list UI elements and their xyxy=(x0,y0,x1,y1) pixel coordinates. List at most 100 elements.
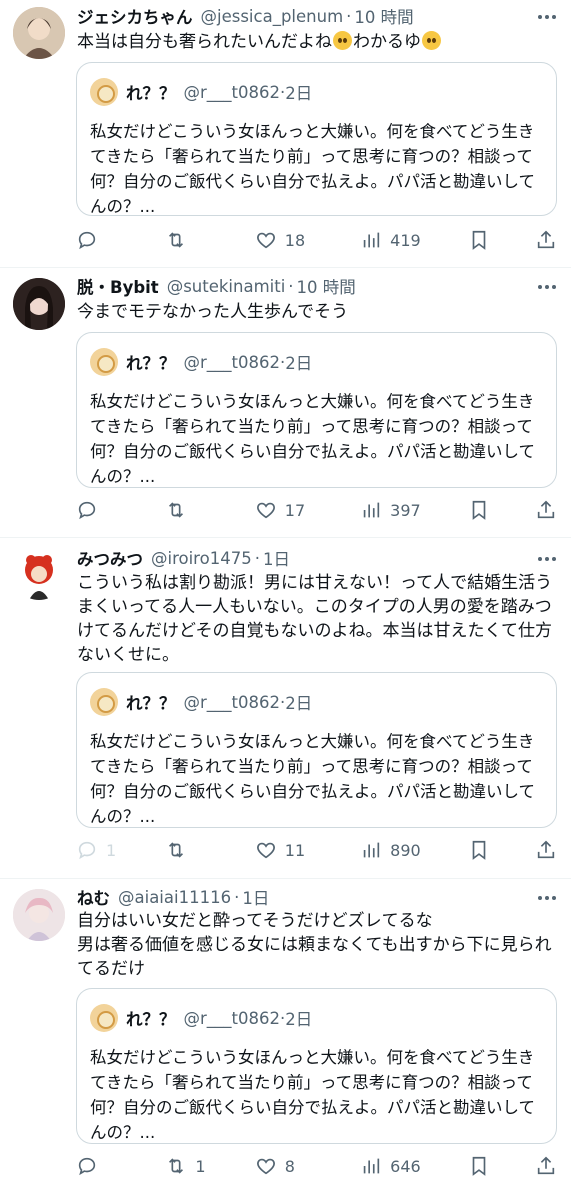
reply-icon xyxy=(78,501,96,520)
share-button[interactable] xyxy=(535,1155,557,1177)
avatar[interactable] xyxy=(13,548,65,600)
quoted-avatar xyxy=(90,688,118,716)
retweet-icon xyxy=(169,502,184,518)
share-button[interactable] xyxy=(535,839,557,861)
like-button[interactable]: 18 xyxy=(255,229,315,251)
like-count: 11 xyxy=(284,840,306,860)
bookmark-button[interactable] xyxy=(468,229,490,251)
display-name[interactable]: みつみつ xyxy=(77,546,143,570)
display-name[interactable]: ジェシカちゃん xyxy=(77,4,193,28)
share-button[interactable] xyxy=(535,229,557,251)
quoted-timestamp: 2日 xyxy=(285,694,313,713)
reply-icon xyxy=(78,231,96,250)
quoted-timestamp: 2日 xyxy=(285,354,313,373)
handle[interactable]: @iroiro1475 xyxy=(151,549,252,568)
handle[interactable]: @jessica_plenum xyxy=(201,7,344,26)
bookmark-button[interactable] xyxy=(468,1155,490,1177)
separator: · xyxy=(234,887,240,907)
handle[interactable]: @aiaiai11116 xyxy=(118,888,231,907)
like-button[interactable]: 17 xyxy=(255,499,315,521)
tweet[interactable]: ジェシカちゃん @jessica_plenum · 10 時間 本当は自分も奢ら… xyxy=(0,0,571,268)
quoted-tweet[interactable]: れ？？ @r___t0862 · 2日 私女だけどこういう女ほんっと大嫌い。何を… xyxy=(76,62,557,216)
share-button[interactable] xyxy=(535,499,557,521)
tweet-text: こういう私は割り勘派！男には甘えない！って人で結婚生活うまくいってる人一人もいな… xyxy=(77,573,553,665)
quoted-avatar xyxy=(90,78,118,106)
reply-button[interactable] xyxy=(76,1155,120,1177)
tweet[interactable]: 脱・Bybit @sutekinamiti · 10 時間 今までモテなかった人… xyxy=(0,268,571,538)
quoted-timestamp: 2日 xyxy=(285,1010,313,1029)
views-button[interactable]: 397 xyxy=(360,499,422,521)
share-icon xyxy=(537,500,555,519)
view-count: 419 xyxy=(390,230,421,250)
views-button[interactable]: 890 xyxy=(360,839,422,861)
bookmark-button[interactable] xyxy=(468,839,490,861)
quoted-name: れ？？ xyxy=(126,694,176,713)
view-count: 890 xyxy=(390,840,421,860)
bookmark-icon xyxy=(472,1156,485,1176)
timestamp[interactable]: 10 時間 xyxy=(354,4,413,28)
tweet-text: 本当は自分も奢られたいんだよね わかるゆ xyxy=(77,30,559,54)
bookmark-icon xyxy=(472,840,485,860)
quoted-name: れ？？ xyxy=(126,1010,176,1029)
like-button[interactable]: 11 xyxy=(255,839,315,861)
retweet-button[interactable]: 1 xyxy=(165,1155,209,1177)
views-button[interactable]: 646 xyxy=(360,1155,422,1177)
bookmark-button[interactable] xyxy=(468,499,490,521)
more-icon[interactable] xyxy=(537,888,557,908)
reply-button[interactable] xyxy=(76,499,120,521)
timestamp[interactable]: 1日 xyxy=(263,546,290,570)
quoted-handle: @r___t0862 xyxy=(183,82,281,102)
reply-button[interactable] xyxy=(76,229,120,251)
avatar[interactable] xyxy=(13,278,65,330)
bookmark-icon xyxy=(472,500,485,520)
timestamp[interactable]: 10 時間 xyxy=(297,274,356,298)
like-count: 18 xyxy=(284,230,306,250)
quoted-tweet[interactable]: れ？？ @r___t0862 · 2日 私女だけどこういう女ほんっと大嫌い。何を… xyxy=(76,332,557,488)
quoted-text: 私女だけどこういう女ほんっと大嫌い。何を食べてどう生きてきたら「奢られて当たり前… xyxy=(90,732,536,826)
like-button[interactable]: 8 xyxy=(255,1155,315,1177)
more-icon[interactable] xyxy=(537,549,557,569)
retweet-button[interactable] xyxy=(165,229,209,251)
quoted-text: 私女だけどこういう女ほんっと大嫌い。何を食べてどう生きてきたら「奢られて当たり前… xyxy=(90,122,536,216)
retweet-button[interactable] xyxy=(165,839,209,861)
retweet-button[interactable] xyxy=(165,499,209,521)
share-icon xyxy=(537,840,555,859)
reply-feed: ジェシカちゃん @jessica_plenum · 10 時間 本当は自分も奢ら… xyxy=(0,0,571,1199)
views-button[interactable]: 419 xyxy=(360,229,422,251)
action-bar: 1 11 890 xyxy=(76,838,557,862)
handle[interactable]: @sutekinamiti xyxy=(167,277,286,296)
more-icon[interactable] xyxy=(537,277,557,297)
timestamp[interactable]: 1日 xyxy=(242,885,269,909)
quoted-header: れ？？ @r___t0862 · 2日 xyxy=(90,1004,312,1032)
display-name[interactable]: 脱・Bybit xyxy=(77,274,159,298)
reply-button[interactable]: 1 xyxy=(76,839,120,861)
quoted-timestamp: 2日 xyxy=(285,84,313,103)
quoted-tweet[interactable]: れ？？ @r___t0862 · 2日 私女だけどこういう女ほんっと大嫌い。何を… xyxy=(76,672,557,828)
reply-icon xyxy=(78,1157,96,1176)
tweet[interactable]: ねむ @aiaiai11116 · 1日 自分はいい女だと酔ってそうだけどズレて… xyxy=(0,879,571,1199)
retweet-count: 1 xyxy=(195,1156,206,1176)
heart-icon xyxy=(256,1158,275,1175)
display-name[interactable]: ねむ xyxy=(77,885,110,909)
tweet-text: 自分はいい女だと酔ってそうだけどズレてるな 男は奢る価値を感じる女には頼まなくて… xyxy=(77,911,552,979)
quoted-text: 私女だけどこういう女ほんっと大嫌い。何を食べてどう生きてきたら「奢られて当たり前… xyxy=(90,1048,536,1142)
avatar[interactable] xyxy=(13,7,65,59)
analytics-icon xyxy=(363,232,380,248)
tweet[interactable]: みつみつ @iroiro1475 · 1日 こういう私は割り勘派！男には甘えない… xyxy=(0,538,571,879)
quoted-name: れ？？ xyxy=(126,354,176,373)
reply-icon xyxy=(78,841,96,860)
quoted-tweet[interactable]: れ？？ @r___t0862 · 2日 私女だけどこういう女ほんっと大嫌い。何を… xyxy=(76,988,557,1144)
tweet-text: 今までモテなかった人生歩んでそう xyxy=(77,302,349,322)
pleading-face-icon xyxy=(422,31,441,50)
avatar[interactable] xyxy=(13,889,65,941)
separator: · xyxy=(288,276,294,296)
quoted-text: 私女だけどこういう女ほんっと大嫌い。何を食べてどう生きてきたら「奢られて当たり前… xyxy=(90,392,536,486)
quoted-handle: @r___t0862 xyxy=(183,352,281,372)
analytics-icon xyxy=(363,1158,380,1174)
separator: · xyxy=(254,548,260,568)
quoted-avatar xyxy=(90,1004,118,1032)
more-icon[interactable] xyxy=(537,7,557,27)
quoted-avatar xyxy=(90,348,118,376)
tweet-text-part: わかるゆ xyxy=(353,32,421,52)
share-icon xyxy=(537,230,555,249)
